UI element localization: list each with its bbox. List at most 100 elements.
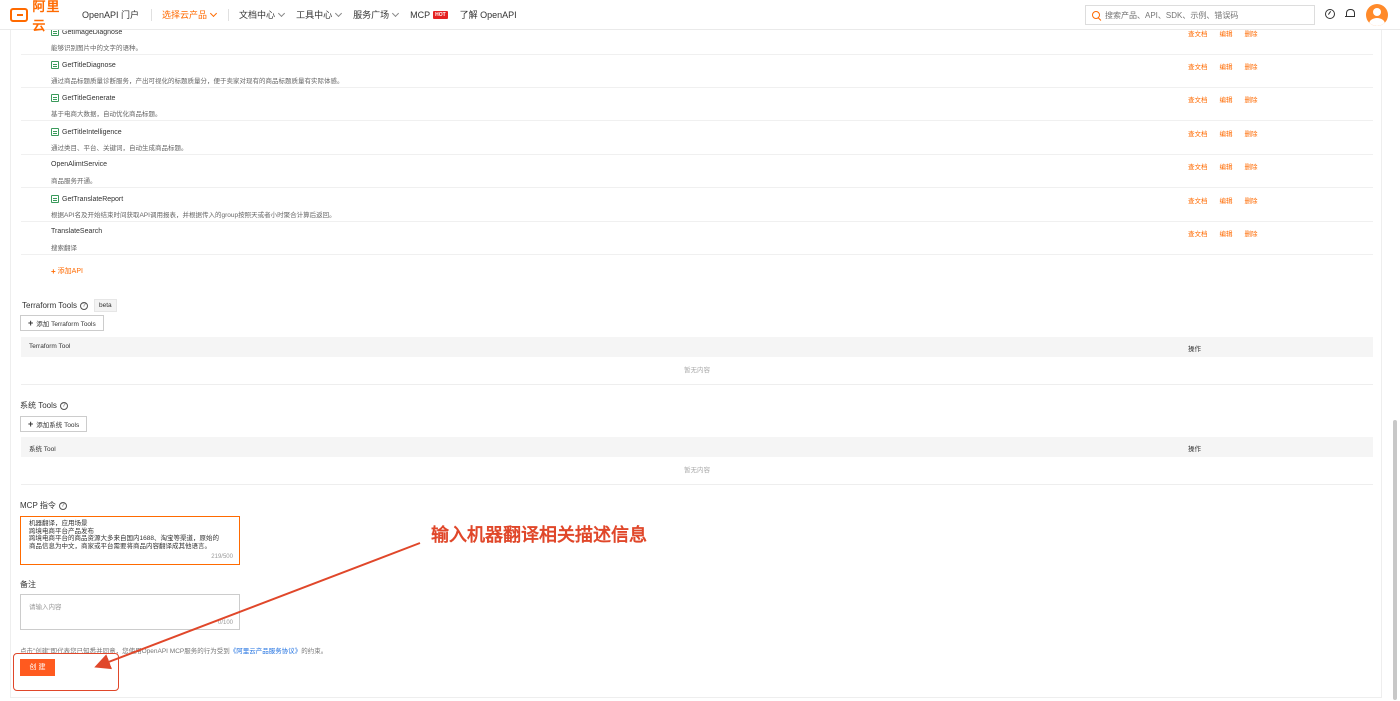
nav-service-plaza[interactable]: 服务广场 <box>353 0 400 30</box>
main-content: GetImageDiagnose 能够识别图片中的文字的语种。 查文档 编辑 删除 … <box>10 28 1382 698</box>
delete-link[interactable]: 删除 <box>1245 161 1258 171</box>
hot-badge: HOT <box>433 10 448 19</box>
mcp-instruction-label: MCP 指令 ? <box>20 500 67 511</box>
api-actions: 查文档 编辑 删除 <box>1188 228 1270 238</box>
view-doc-link[interactable]: 查文档 <box>1188 161 1208 171</box>
nav-select-product[interactable]: 选择云产品 <box>162 0 218 30</box>
placeholder-text: 请输入内容 <box>29 604 62 611</box>
api-row: GetTitleIntelligence 通过类目、平台、关键词，自动生成商品标… <box>21 122 1373 155</box>
chevron-down-icon <box>210 9 218 17</box>
api-row: GetTranslateReport 根据API名及开始结束时间获取API调用报… <box>21 189 1373 222</box>
plus-icon: + <box>28 318 34 328</box>
api-row: GetTitleDiagnose 通过商品标题质量诊断服务，产出可视化的标题质量… <box>21 55 1373 88</box>
search-box[interactable] <box>1085 5 1315 25</box>
column-header: 系统 Tool <box>29 446 56 453</box>
add-api-button[interactable]: + 添加API <box>51 266 83 276</box>
api-name-text: GetTitleIntelligence <box>62 128 122 136</box>
api-name[interactable]: TranslateSearch <box>51 228 102 235</box>
system-tools-empty-state: 暂无内容 <box>21 457 1373 485</box>
highlight-box <box>13 653 119 691</box>
nav-label: 选择云产品 <box>162 10 208 20</box>
api-row: GetTitleGenerate 基于电商大数据，自动优化商品标题。 查文档 编辑… <box>21 88 1373 121</box>
search-input[interactable] <box>1105 10 1305 20</box>
edit-link[interactable]: 编辑 <box>1220 161 1233 171</box>
api-actions: 查文档 编辑 删除 <box>1188 61 1270 71</box>
api-description: 商品服务开通。 <box>51 178 97 185</box>
textarea-line: 机器翻译，应用场景 <box>29 520 88 527</box>
column-header: Terraform Tool <box>29 343 71 350</box>
avatar[interactable] <box>1366 4 1388 26</box>
delete-link[interactable]: 删除 <box>1245 61 1258 71</box>
nav-openapi-portal[interactable]: OpenAPI 门户 <box>82 0 139 30</box>
api-name[interactable]: GetTitleGenerate <box>51 94 115 102</box>
delete-link[interactable]: 删除 <box>1245 94 1258 104</box>
chevron-down-icon <box>278 9 286 17</box>
top-nav: 阿里云 OpenAPI 门户 选择云产品 文档中心 工具中心 服务广场 MCP H… <box>0 0 1400 33</box>
edit-link[interactable]: 编辑 <box>1220 228 1233 238</box>
field-label: 备注 <box>20 580 36 589</box>
textarea-line: 跨境电商平台产品发布 <box>29 527 94 535</box>
view-doc-link[interactable]: 查文档 <box>1188 94 1208 104</box>
nav-about-openapi[interactable]: 了解 OpenAPI <box>460 0 517 30</box>
button-label: 添加系统 Tools <box>36 422 80 429</box>
delete-link[interactable]: 删除 <box>1245 228 1258 238</box>
terraform-table-header: Terraform Tool 操作 <box>21 337 1373 357</box>
api-description: 搜索翻译 <box>51 245 77 252</box>
scrollbar[interactable] <box>1393 420 1397 700</box>
terraform-section-title: Terraform Tools ? beta <box>22 299 117 312</box>
mcp-instruction-textarea[interactable]: 机器翻译，应用场景 跨境电商平台产品发布 跨境电商平台的商品资源大多来自国内16… <box>20 516 240 565</box>
nav-tools-center[interactable]: 工具中心 <box>296 0 343 30</box>
edit-link[interactable]: 编辑 <box>1220 61 1233 71</box>
view-doc-link[interactable]: 查文档 <box>1188 195 1208 205</box>
api-name[interactable]: OpenAlimtService <box>51 161 107 168</box>
question-icon[interactable]: ? <box>79 301 88 310</box>
api-row: TranslateSearch 搜索翻译 查文档 编辑 删除 <box>21 222 1373 255</box>
api-name[interactable]: GetTitleIntelligence <box>51 128 122 136</box>
service-agreement-link[interactable]: 《阿里云产品服务协议》 <box>230 648 302 655</box>
chevron-down-icon <box>335 9 343 17</box>
nav-label: OpenAPI 门户 <box>82 10 140 20</box>
edit-link[interactable]: 编辑 <box>1220 94 1233 104</box>
api-description: 根据API名及开始结束时间获取API调用报表，并根据传入的group按照天或者小… <box>51 212 336 219</box>
doc-icon <box>51 195 59 203</box>
edit-link[interactable]: 编辑 <box>1220 195 1233 205</box>
edit-link[interactable]: 编辑 <box>1220 128 1233 138</box>
view-doc-link[interactable]: 查文档 <box>1188 228 1208 238</box>
remark-textarea[interactable]: 请输入内容 0/100 <box>20 594 240 630</box>
add-terraform-tools-button[interactable]: + 添加 Terraform Tools <box>20 315 104 331</box>
delete-link[interactable]: 删除 <box>1245 195 1258 205</box>
logo-icon <box>10 7 29 22</box>
annotation-text: 输入机器翻译相关描述信息 <box>431 525 647 546</box>
textarea-line: 商品信息为中文，商家或平台需要将商品内容翻译成其他语言。 <box>29 542 211 550</box>
question-icon[interactable]: ? <box>59 401 68 410</box>
api-name[interactable]: GetTranslateReport <box>51 195 123 203</box>
chevron-down-icon <box>392 9 400 17</box>
nav-divider <box>228 8 230 21</box>
char-count: 0/100 <box>217 620 233 626</box>
aliyun-logo[interactable]: 阿里云 <box>10 0 70 33</box>
nav-label: 了解 OpenAPI <box>459 10 517 20</box>
nav-docs-center[interactable]: 文档中心 <box>239 0 286 30</box>
delete-link[interactable]: 删除 <box>1245 128 1258 138</box>
char-count: 219/500 <box>211 553 233 560</box>
nav-divider <box>151 8 153 21</box>
nav-label: MCP <box>410 9 431 20</box>
view-doc-link[interactable]: 查文档 <box>1188 128 1208 138</box>
question-icon[interactable]: ? <box>58 501 67 510</box>
doc-icon <box>51 128 59 136</box>
api-name-text: GetTitleDiagnose <box>62 61 116 69</box>
api-name[interactable]: GetTitleDiagnose <box>51 61 116 69</box>
doc-icon <box>51 94 59 102</box>
add-api-label: 添加API <box>57 268 83 275</box>
api-actions: 查文档 编辑 删除 <box>1188 94 1270 104</box>
doc-icon <box>51 61 59 69</box>
api-row: OpenAlimtService 商品服务开通。 查文档 编辑 删除 <box>21 155 1373 188</box>
view-doc-link[interactable]: 查文档 <box>1188 61 1208 71</box>
logo-text: 阿里云 <box>32 0 61 33</box>
nav-mcp[interactable]: MCP HOT <box>410 0 448 30</box>
nav-menu: OpenAPI 门户 选择云产品 文档中心 工具中心 服务广场 MCP HOT 了… <box>82 0 529 30</box>
bell-icon[interactable] <box>1345 9 1355 19</box>
gauge-icon[interactable] <box>1325 9 1335 19</box>
add-system-tools-button[interactable]: + 添加系统 Tools <box>20 416 88 432</box>
api-description: 通过商品标题质量诊断服务，产出可视化的标题质量分，便于卖家对现有的商品标题质量有… <box>51 78 344 85</box>
